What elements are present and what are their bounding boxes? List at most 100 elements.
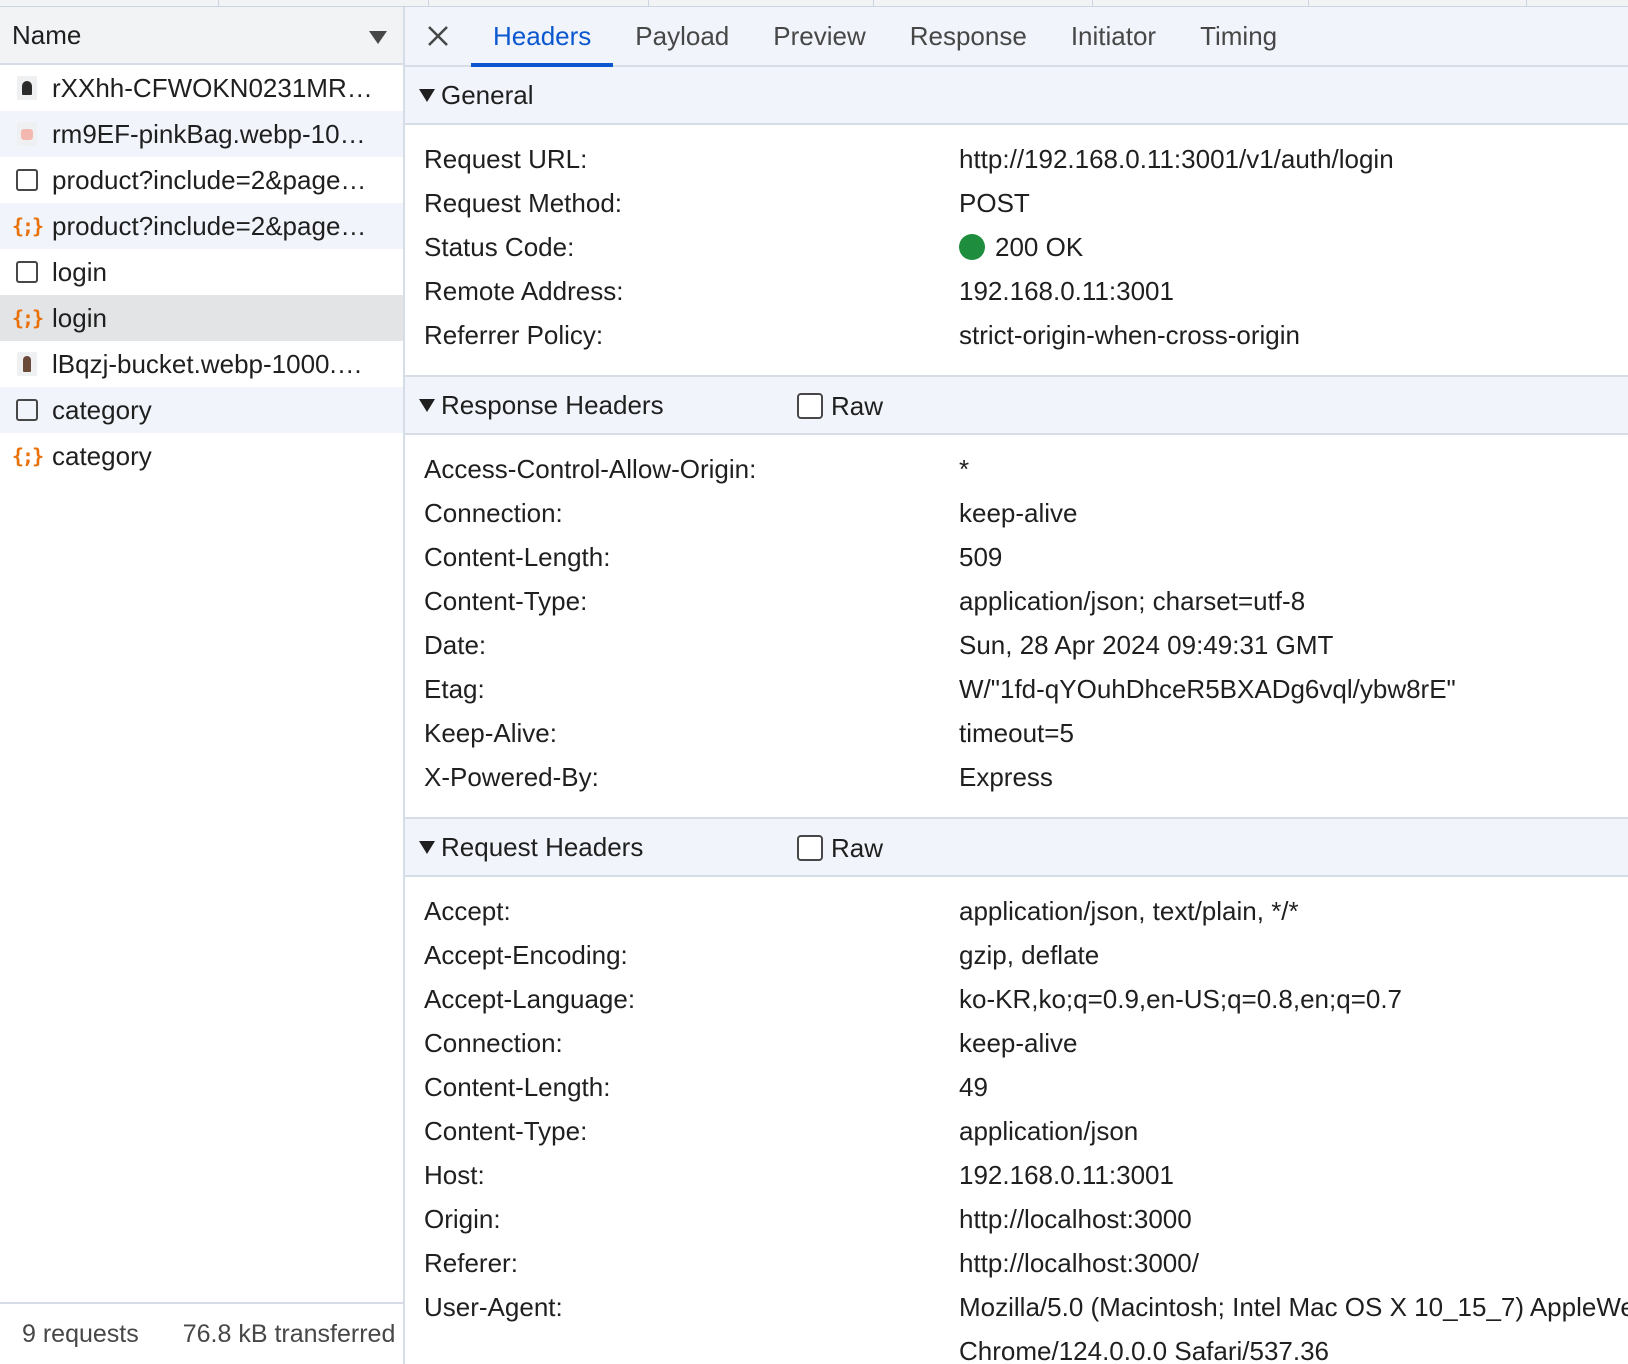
- header-row: Content-Length: 49: [405, 1065, 1628, 1109]
- header-row: User-Agent: Mozilla/5.0 (Macintosh; Intel…: [405, 1285, 1628, 1329]
- image-thumbnail-icon: [14, 75, 40, 101]
- header-name: Accept:: [424, 895, 511, 926]
- header-value-wrap: ko-KR,ko;q=0.9,en-US;q=0.8,en;q=0.7: [959, 984, 1402, 1015]
- response-headers-raw-toggle[interactable]: Raw: [797, 377, 883, 435]
- request-name: rm9EF-pinkBag.webp-10…: [52, 118, 366, 149]
- header-row: Origin: http://localhost:3000: [405, 1197, 1628, 1241]
- details-tabbar: Headers Payload Preview Response Initiator Ti…: [405, 7, 1628, 67]
- expand-triangle-icon: [419, 398, 435, 412]
- tab-payload[interactable]: Payload: [613, 7, 751, 65]
- request-headers-section-header[interactable]: Request Headers Raw: [405, 819, 1628, 877]
- header-value-wrap: 192.168.0.11:3001: [959, 1160, 1174, 1191]
- header-name: Content-Type:: [424, 1115, 588, 1146]
- name-column-label: Name: [12, 19, 82, 50]
- tab-preview[interactable]: Preview: [751, 7, 887, 65]
- name-column-header[interactable]: Name: [0, 7, 403, 65]
- tab-headers[interactable]: Headers: [471, 7, 614, 67]
- request-headers-section: Request Headers Raw Accept: application/j…: [405, 819, 1628, 1364]
- header-name: Referer:: [424, 1247, 518, 1278]
- header-name: Request Method:: [424, 187, 623, 218]
- request-name: category: [52, 440, 152, 471]
- request-name: product?include=2&page…: [52, 210, 367, 241]
- header-value-wrap: keep-alive: [959, 498, 1078, 529]
- request-row[interactable]: category: [0, 387, 403, 433]
- header-value-wrap: strict-origin-when-cross-origin: [959, 320, 1300, 351]
- header-value-wrap: 192.168.0.11:3001: [959, 276, 1174, 307]
- header-value-wrap: Express: [959, 762, 1053, 793]
- request-row[interactable]: product?include=2&page…: [0, 157, 403, 203]
- header-name: Accept-Encoding:: [424, 939, 628, 970]
- header-value-wrap: Mozilla/5.0 (Macintosh; Intel Mac OS X 1…: [959, 1292, 1628, 1323]
- header-row: Keep-Alive: timeout=5: [405, 711, 1628, 755]
- header-value: Express: [959, 761, 1053, 792]
- request-row[interactable]: login: [0, 249, 403, 295]
- raw-checkbox[interactable]: [797, 835, 823, 861]
- header-row: Referrer Policy: strict-origin-when-cross…: [405, 313, 1628, 357]
- header-name: Content-Type:: [424, 585, 588, 616]
- transferred-size: 76.8 kB transferred: [182, 1319, 396, 1348]
- header-value-wrap: Chrome/124.0.0.0 Safari/537.36: [959, 1336, 1329, 1364]
- document-icon: [14, 167, 40, 193]
- header-value: *: [959, 453, 970, 484]
- request-row[interactable]: rm9EF-pinkBag.webp-10…: [0, 111, 403, 157]
- header-value-wrap: keep-alive: [959, 1028, 1078, 1059]
- tab-timing[interactable]: Timing: [1178, 7, 1299, 65]
- header-value-wrap: application/json: [959, 1116, 1138, 1147]
- details-tabs: Headers Payload Preview Response Initiator Ti…: [471, 7, 1299, 67]
- tab-response[interactable]: Response: [888, 7, 1049, 65]
- header-value-wrap: *: [959, 454, 969, 485]
- header-value-wrap: 509: [959, 542, 1002, 573]
- header-row: Access-Control-Allow-Origin: *: [405, 447, 1628, 491]
- raw-label: Raw: [831, 390, 884, 421]
- header-row: X-Powered-By: Express: [405, 755, 1628, 799]
- header-name: Request URL:: [424, 143, 588, 174]
- header-row: Remote Address: 192.168.0.11:3001: [405, 269, 1628, 313]
- header-row: Host: 192.168.0.11:3001: [405, 1153, 1628, 1197]
- image-thumbnail: [17, 122, 37, 146]
- document-icon-shape: [16, 261, 38, 283]
- document-icon-shape: [16, 169, 38, 191]
- request-name: lBqzj-bucket.webp-1000.…: [52, 348, 363, 379]
- header-row: Request URL: http://192.168.0.11:3001/v1/…: [405, 137, 1628, 181]
- json-braces-glyph: {;}: [11, 214, 44, 238]
- header-name: Access-Control-Allow-Origin:: [424, 453, 757, 484]
- header-name: Date:: [424, 629, 487, 660]
- general-section-header[interactable]: General: [405, 67, 1628, 125]
- expand-triangle-icon: [419, 88, 435, 102]
- request-headers-raw-toggle[interactable]: Raw: [797, 819, 883, 877]
- request-row[interactable]: lBqzj-bucket.webp-1000.…: [0, 341, 403, 387]
- request-row[interactable]: {;} category: [0, 433, 403, 479]
- header-name: Host:: [424, 1159, 485, 1190]
- raw-checkbox[interactable]: [797, 393, 823, 419]
- image-thumbnail: [17, 352, 37, 376]
- header-value-wrap: application/json; charset=utf-8: [959, 586, 1305, 617]
- request-row[interactable]: {;} product?include=2&page…: [0, 203, 403, 249]
- response-headers-title: Response Headers: [441, 389, 664, 420]
- raw-label: Raw: [831, 832, 884, 863]
- request-name: product?include=2&page…: [52, 164, 367, 195]
- header-value-wrap: http://localhost:3000: [959, 1204, 1192, 1235]
- header-row: Date: Sun, 28 Apr 2024 09:49:31 GMT: [405, 623, 1628, 667]
- header-value-wrap: 49: [959, 1072, 988, 1103]
- tab-initiator[interactable]: Initiator: [1049, 7, 1178, 65]
- header-row: Referer: http://localhost:3000/: [405, 1241, 1628, 1285]
- request-list: rXXhh-CFWOKN0231MR… rm9EF-pinkBag.webp-10…: [0, 65, 403, 479]
- header-value: http://192.168.0.11:3001/v1/auth/login: [959, 143, 1394, 174]
- response-headers-section-header[interactable]: Response Headers Raw: [405, 377, 1628, 435]
- header-value-wrap: application/json, text/plain, */*: [959, 896, 1299, 927]
- header-value-wrap: http://localhost:3000/: [959, 1248, 1199, 1279]
- header-value: strict-origin-when-cross-origin: [959, 319, 1300, 350]
- header-value: Sun, 28 Apr 2024 09:49:31 GMT: [959, 629, 1334, 660]
- close-details-button[interactable]: [405, 7, 471, 65]
- header-row: Status Code: 200 OK: [405, 225, 1628, 269]
- header-value-wrap: timeout=5: [959, 718, 1074, 749]
- header-value: ko-KR,ko;q=0.9,en-US;q=0.8,en;q=0.7: [959, 983, 1403, 1014]
- header-row: Request Method: POST: [405, 181, 1628, 225]
- json-braces-icon: {;}: [11, 213, 44, 239]
- header-name: User-Agent:: [424, 1291, 563, 1322]
- json-braces-glyph: {;}: [11, 306, 44, 330]
- request-row[interactable]: {;} login: [0, 295, 403, 341]
- request-row[interactable]: rXXhh-CFWOKN0231MR…: [0, 65, 403, 111]
- sort-caret-icon[interactable]: [369, 31, 387, 44]
- general-section: General Request URL: http://192.168.0.11:…: [405, 67, 1628, 377]
